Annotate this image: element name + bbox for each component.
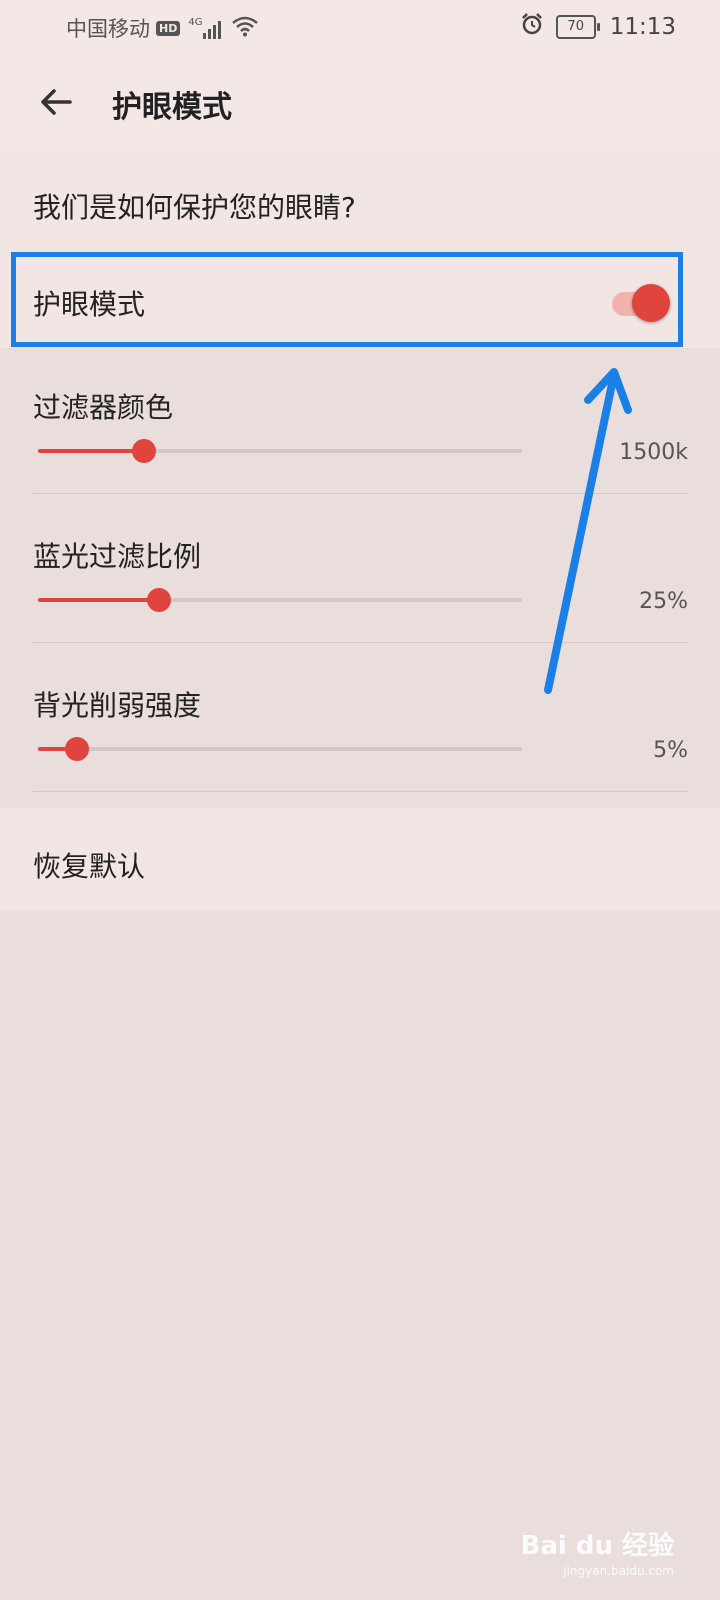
wifi-icon [231,15,259,42]
slider-thumb[interactable] [132,439,156,463]
slider-thumb[interactable] [147,588,171,612]
hd-badge: HD [156,20,181,36]
blue-light-label: 蓝光过滤比例 [33,540,202,573]
status-bar: 中国移动 HD 4G 70 11:13 [0,0,720,52]
page-title: 护眼模式 [112,90,232,125]
status-right: 70 11:13 [520,12,676,42]
status-left: 中国移动 HD 4G [66,13,259,43]
blue-light-slider[interactable] [38,585,522,615]
arrow-left-icon[interactable] [34,80,78,124]
alarm-icon [520,12,544,42]
backlight-label: 背光削弱强度 [33,689,202,722]
baidu-watermark: Bai du 经验 jingyan.baidu.com [521,1525,675,1578]
slider-thumb[interactable] [65,737,89,761]
network-type: 4G [188,17,203,28]
backlight-value: 5% [653,738,688,763]
filter-color-slider[interactable] [38,436,522,466]
reset-defaults-button[interactable]: 恢复默认 [33,845,145,885]
carrier-name: 中国移动 [66,17,150,41]
backlight-slider[interactable] [38,734,522,764]
clock: 11:13 [609,14,676,40]
battery-icon: 70 [555,15,600,39]
slider-fill [38,598,159,602]
watermark-url: jingyan.baidu.com [563,1564,674,1578]
app-bar: 护眼模式 [0,52,720,152]
signal-icon: 4G [188,17,223,39]
slider-fill [38,449,144,453]
annotation-arrow-icon [544,368,632,694]
divider [33,791,688,792]
slider-rail [38,747,522,751]
watermark-brand: Bai du 经验 [520,1531,675,1561]
filter-color-label: 过滤器颜色 [33,391,174,424]
protect-eyes-link[interactable]: 我们是如何保护您的眼睛? [33,186,356,226]
highlight-box [11,252,683,347]
